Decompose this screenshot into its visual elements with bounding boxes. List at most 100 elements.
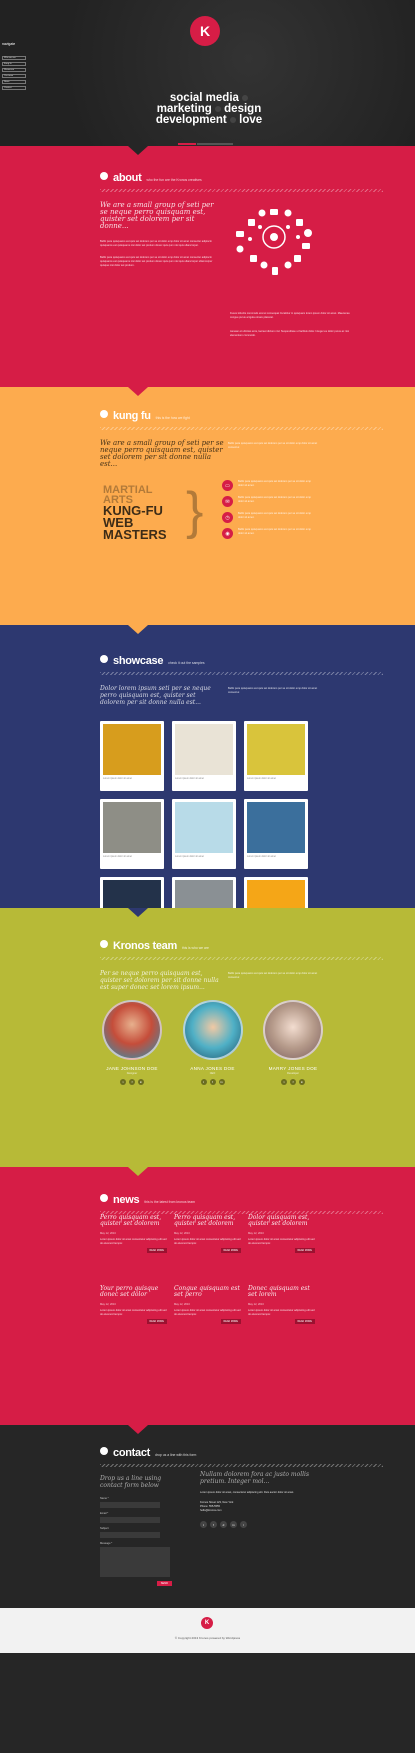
team-subtitle: this is who we are <box>181 946 209 950</box>
avatar[interactable] <box>182 1000 243 1060</box>
team-section: Kronos team this is who we are Per se ne… <box>0 908 415 1176</box>
news-excerpt: Lorem ipsum dolor sit amet consectetur a… <box>174 1237 241 1245</box>
nav-item-news[interactable]: News <box>2 80 26 84</box>
bullet-icon <box>100 172 108 180</box>
member-name: MARRY JONES DOE <box>268 1066 318 1071</box>
arrow-down-icon <box>128 387 148 396</box>
read-more-button[interactable]: READ MORE <box>146 1247 167 1253</box>
nav-item-showcase[interactable]: Showcase <box>2 68 26 72</box>
news-item: Perro quisquam est, quister set dolorem M… <box>174 1214 241 1253</box>
nav-item-kungfu[interactable]: Kung fu <box>2 62 26 66</box>
feature-text: Bellic pera quisquams est quis set dolor… <box>238 496 311 503</box>
portfolio-thumb[interactable] <box>247 724 305 775</box>
read-more-button[interactable]: READ MORE <box>294 1247 315 1253</box>
facebook-icon[interactable]: f <box>209 1079 216 1085</box>
news-title-link[interactable]: Donec quisquam est set lorem <box>248 1285 315 1299</box>
twitter-icon[interactable]: t <box>281 1079 287 1085</box>
about-para-2: Bellic pera quisquams est quis set dolor… <box>100 256 213 267</box>
arrow-down-icon <box>128 146 148 155</box>
portfolio-card[interactable]: Lorem ipsum dolor sit amet <box>244 799 308 869</box>
facebook-icon[interactable]: f <box>290 1079 296 1085</box>
portfolio-card[interactable]: Lorem ipsum dolor sit amet <box>172 799 236 869</box>
news-date: May 12, 2013 <box>174 1231 190 1235</box>
portfolio-card[interactable]: Lorem ipsum dolor sit amet <box>100 721 164 791</box>
news-title-link[interactable]: Dolor quisquam est, quister set dolorem <box>248 1214 315 1228</box>
twitter-icon[interactable]: t <box>120 1079 126 1085</box>
read-more-button[interactable]: READ MORE <box>294 1318 315 1324</box>
read-more-button[interactable]: READ MORE <box>220 1247 241 1253</box>
feature-item: ◷ Bellic pera quisquams est quis set dolo… <box>222 512 312 523</box>
read-more-button[interactable]: READ MORE <box>220 1318 241 1324</box>
showcase-lead: Dolor lorem ipsum seti per se neque perr… <box>100 685 211 706</box>
nav-title: navigate <box>2 42 16 46</box>
nav-item-team[interactable]: Our team <box>2 74 26 78</box>
logo-letter: K <box>199 23 211 39</box>
team-side: Bellic pera quisquams est quis set dolor… <box>228 972 318 979</box>
zigzag-divider <box>100 672 383 675</box>
nav-item-contact[interactable]: Contact <box>2 86 26 90</box>
email-field[interactable] <box>100 1517 160 1523</box>
about-lead: We are a small group of seti per se nequ… <box>100 201 214 230</box>
twitter-icon[interactable]: t <box>200 1521 207 1528</box>
linkedin-icon[interactable]: in <box>218 1079 225 1085</box>
tv-icon: ▭ <box>222 480 233 491</box>
portfolio-card[interactable]: Lorem ipsum dolor sit amet <box>244 721 308 791</box>
feature-item: ✉ Bellic pera quisquams est quis set dolo… <box>222 496 312 507</box>
nav-item-who[interactable]: Who we are <box>2 56 26 60</box>
contact-lead-2: Nullam dolorem fora ac justo mollis pret… <box>200 1471 310 1485</box>
news-item: Perro quisquam est, quister set dolorem M… <box>100 1214 167 1253</box>
portfolio-thumb[interactable] <box>175 802 233 853</box>
member-role: Designer <box>126 1072 138 1075</box>
bullet-icon <box>100 940 108 948</box>
linkedin-icon[interactable]: in <box>138 1079 144 1085</box>
facebook-icon[interactable]: f <box>129 1079 135 1085</box>
arrow-down-icon <box>128 625 148 634</box>
member-role: Developer <box>287 1072 299 1075</box>
linkedin-icon[interactable]: in <box>230 1521 237 1528</box>
portfolio-thumb[interactable] <box>103 724 161 775</box>
feature-text: Bellic pera quisquams est quis set dolor… <box>238 528 311 535</box>
clock-icon: ◷ <box>222 512 233 523</box>
tag-love: love <box>239 114 263 126</box>
message-field[interactable] <box>100 1547 170 1577</box>
rss-icon[interactable]: r <box>240 1521 247 1528</box>
news-title-link[interactable]: Perro quisquam est, quister set dolorem <box>174 1214 241 1228</box>
portfolio-card[interactable]: Lorem ipsum dolor sit amet <box>172 721 236 791</box>
news-item: Congue quisquam est set perro May 12, 201… <box>174 1285 241 1324</box>
team-content: Kronos team this is who we are Per se ne… <box>100 940 383 991</box>
news-title: news <box>113 1194 140 1206</box>
brand-logo[interactable]: K <box>190 16 220 46</box>
dribbble-icon[interactable]: d <box>220 1521 227 1528</box>
showcase-side: Bellic pera quisquams est quis set dolor… <box>228 687 318 694</box>
showcase-content: showcase check it out the samples Dolor … <box>100 655 383 706</box>
subject-field[interactable] <box>100 1532 160 1538</box>
portfolio-thumb[interactable] <box>247 802 305 853</box>
card-caption: Lorem ipsum dolor sit amet <box>247 777 276 780</box>
contact-email[interactable]: hello@kronos.com <box>200 1509 320 1513</box>
brace-graphic: } <box>186 482 204 540</box>
member-role: CEO <box>209 1072 216 1075</box>
read-more-button[interactable]: READ MORE <box>146 1318 167 1324</box>
team-member: ANNA JONES DOE CEO t f in <box>181 1000 245 1085</box>
footer-logo[interactable]: K <box>201 1617 213 1629</box>
avatar[interactable] <box>102 1000 162 1060</box>
linkedin-icon[interactable]: in <box>299 1079 305 1085</box>
contact-lead: Drop us a line using contact form below <box>100 1475 162 1489</box>
name-field[interactable] <box>100 1502 160 1508</box>
facebook-icon[interactable]: f <box>210 1521 217 1528</box>
news-excerpt: Lorem ipsum dolor sit amet consectetur a… <box>174 1308 241 1316</box>
mail-icon: ✉ <box>222 496 233 507</box>
avatar[interactable] <box>263 1000 323 1060</box>
news-title-link[interactable]: Your perro quisque donec set dolor <box>100 1285 167 1299</box>
portfolio-thumb[interactable] <box>103 802 161 853</box>
kungfu-feature-list: ▭ Bellic pera quisquams est quis set dolo… <box>222 480 312 544</box>
hero-header: K navigate Who we are Kung fu Showcase O… <box>0 0 415 155</box>
portfolio-card[interactable]: Lorem ipsum dolor sit amet <box>100 799 164 869</box>
news-title-link[interactable]: Perro quisquam est, quister set dolorem <box>100 1214 167 1228</box>
news-title-link[interactable]: Congue quisquam est set perro <box>174 1285 241 1299</box>
portfolio-thumb[interactable] <box>175 724 233 775</box>
section-heading: contact drop us a line with this form <box>100 1447 383 1459</box>
send-button[interactable]: SEND <box>156 1581 172 1586</box>
twitter-icon[interactable]: t <box>200 1079 207 1085</box>
zigzag-divider <box>100 1464 383 1467</box>
